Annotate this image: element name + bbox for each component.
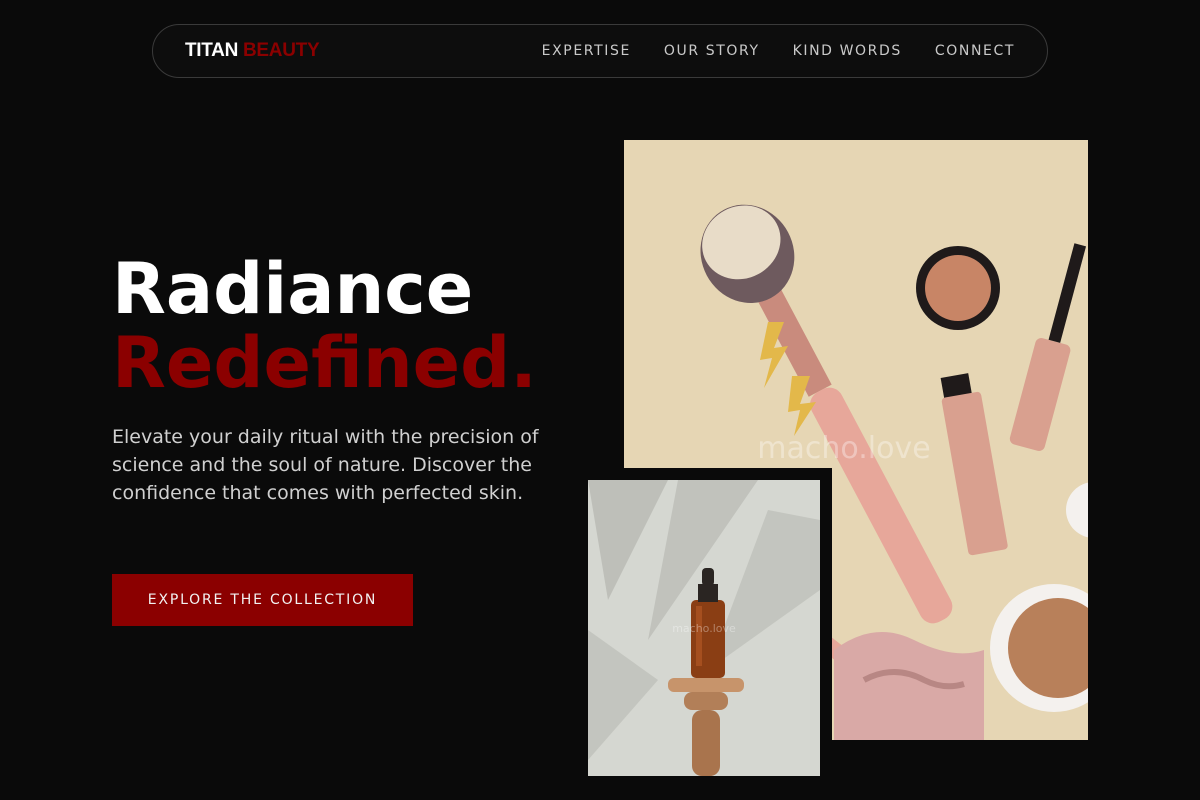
explore-collection-button[interactable]: EXPLORE THE COLLECTION bbox=[112, 574, 413, 626]
brand-name-red: BEAUTY bbox=[243, 40, 320, 61]
headline-line-1: Radiance bbox=[112, 248, 474, 330]
hero-headline: Radiance Redefined. bbox=[112, 252, 537, 400]
nav-link-expertise[interactable]: EXPERTISE bbox=[542, 43, 631, 59]
nav-link-connect[interactable]: CONNECT bbox=[935, 43, 1015, 59]
nav-link-kind-words[interactable]: KIND WORDS bbox=[793, 43, 902, 59]
nav-link-our-story[interactable]: OUR STORY bbox=[664, 43, 760, 59]
main-nav: EXPERTISE OUR STORY KIND WORDS CONNECT bbox=[542, 43, 1015, 59]
main-image-watermark: macho.love bbox=[757, 431, 930, 466]
serum-bottle-image: macho.love bbox=[588, 480, 820, 776]
headline-line-2: Redefined. bbox=[112, 322, 537, 404]
brand-name-white: TITAN bbox=[185, 40, 239, 61]
small-image-watermark: macho.love bbox=[672, 622, 736, 635]
page: TITAN BEAUTY EXPERTISE OUR STORY KIND WO… bbox=[0, 0, 1200, 800]
brand-logo[interactable]: TITAN BEAUTY bbox=[185, 40, 320, 62]
navbar: TITAN BEAUTY EXPERTISE OUR STORY KIND WO… bbox=[152, 24, 1048, 78]
hero-description: Elevate your daily ritual with the preci… bbox=[112, 426, 539, 504]
